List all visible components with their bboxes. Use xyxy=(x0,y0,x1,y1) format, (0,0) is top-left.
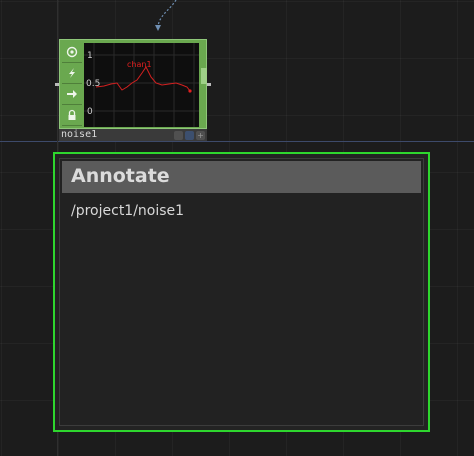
noise-chop-node[interactable]: 1 0.5 0 chan1 noise1 + xyxy=(55,39,211,141)
annotate-inner: Annotate /project1/noise1 xyxy=(59,158,424,426)
target-icon xyxy=(66,46,78,58)
y-label-top: 1 xyxy=(87,51,93,61)
annotate-box[interactable]: Annotate /project1/noise1 xyxy=(53,152,430,432)
node-info-button[interactable] xyxy=(174,130,183,140)
viewer-flag[interactable] xyxy=(62,42,82,63)
export-flag[interactable] xyxy=(62,84,82,105)
add-icon[interactable]: + xyxy=(196,130,205,140)
annotate-header[interactable]: Annotate xyxy=(62,161,421,193)
annotate-title[interactable]: Annotate xyxy=(71,165,170,187)
lock-icon xyxy=(68,109,76,120)
node-output-connector[interactable] xyxy=(201,68,207,84)
y-label-mid: 0.5 xyxy=(86,79,100,89)
channel-graph: 1 0.5 0 chan1 xyxy=(84,43,199,127)
node-viewer-toggle-button[interactable] xyxy=(185,130,194,140)
arrow-right-icon xyxy=(67,90,77,98)
lock-flag[interactable] xyxy=(62,105,82,126)
bypass-flag[interactable] xyxy=(62,63,82,84)
channel-curve xyxy=(95,66,191,92)
channel-endpoint xyxy=(188,89,192,93)
node-viewer[interactable]: 1 0.5 0 chan1 xyxy=(84,43,199,127)
input-wire[interactable] xyxy=(150,0,180,42)
network-guide-horizontal xyxy=(0,141,474,142)
annotate-body-text[interactable]: /project1/noise1 xyxy=(71,203,184,219)
node-flags xyxy=(62,42,82,128)
channel-label: chan1 xyxy=(127,60,152,69)
node-output-tick xyxy=(207,83,211,86)
lightning-icon xyxy=(69,68,75,78)
node-footer: noise1 + xyxy=(59,129,207,141)
node-body[interactable]: 1 0.5 0 chan1 xyxy=(59,39,207,129)
node-name-label[interactable]: noise1 xyxy=(59,129,174,141)
y-label-bottom: 0 xyxy=(87,107,93,117)
